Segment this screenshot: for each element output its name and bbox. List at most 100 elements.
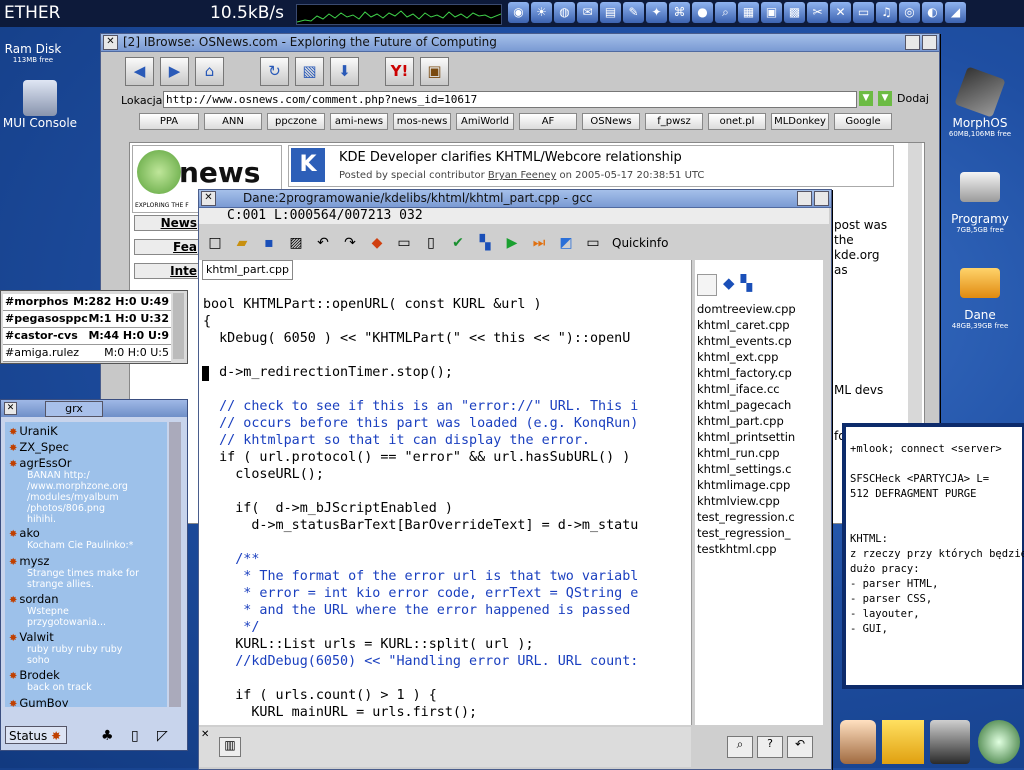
depth-icon[interactable] bbox=[922, 35, 937, 50]
channel-item[interactable]: #castor-cvs M:44 H:0 U:9 bbox=[3, 328, 171, 345]
file-item[interactable]: khtml_events.cp bbox=[697, 334, 792, 348]
nav-interviews-link[interactable]: Inte bbox=[134, 263, 200, 279]
add-button[interactable]: Dodaj bbox=[897, 92, 929, 105]
user-nick[interactable]: ✸ ako bbox=[9, 526, 40, 540]
file-item[interactable]: khtml_printsettin bbox=[697, 430, 795, 444]
paint-icon[interactable]: ✎ bbox=[623, 2, 644, 23]
calendar-icon[interactable]: ▣ bbox=[761, 2, 782, 23]
bullet-icon[interactable]: ● bbox=[692, 2, 713, 23]
file-item[interactable]: test_regression.c bbox=[697, 510, 795, 524]
close-icon[interactable]: ✕ bbox=[103, 35, 118, 50]
skip-icon[interactable]: ⏭ bbox=[527, 231, 551, 255]
user-nick[interactable]: ✸ sordan bbox=[9, 592, 59, 606]
check-icon[interactable]: ✔ bbox=[446, 231, 470, 255]
zoom-icon[interactable] bbox=[905, 35, 920, 50]
magnifier-icon[interactable]: ⌕ bbox=[715, 2, 736, 23]
bookmark-button[interactable]: ami-news bbox=[330, 113, 388, 130]
redo-icon[interactable]: ↷ bbox=[338, 231, 362, 255]
files-tab-icon[interactable] bbox=[697, 274, 717, 296]
editor-titlebar[interactable]: ✕ Dane:2programowanie/kdelibs/khtml/khtm… bbox=[199, 190, 831, 208]
grx-titlebar[interactable]: ✕ grx bbox=[1, 400, 187, 417]
back-icon[interactable]: ↶ bbox=[787, 736, 813, 758]
user-nick[interactable]: ✸ UraniK bbox=[9, 424, 58, 438]
quickinfo-button[interactable]: Quickinfo bbox=[608, 236, 668, 250]
bookmark-button[interactable]: OSNews bbox=[582, 113, 640, 130]
bookmark-dropdown-icon[interactable]: ▼ bbox=[878, 91, 892, 106]
wand-icon[interactable]: ✦ bbox=[646, 2, 667, 23]
file-item[interactable]: khtml_iface.cc bbox=[697, 382, 780, 396]
channel-item[interactable]: #amiga.rulez M:0 H:0 U:5 bbox=[3, 345, 171, 362]
bookmark-button[interactable]: ANN bbox=[204, 113, 262, 130]
file-item[interactable]: khtmlview.cpp bbox=[697, 494, 780, 508]
search-icon[interactable]: ⌕ bbox=[727, 736, 753, 758]
net-icon[interactable]: ⌘ bbox=[669, 2, 690, 23]
file-item[interactable]: khtml_pagecach bbox=[697, 398, 791, 412]
file-item[interactable]: khtml_settings.c bbox=[697, 462, 791, 476]
ram-disk-icon[interactable]: Ram Disk 113MB free bbox=[2, 30, 64, 64]
sun-icon[interactable]: ☀ bbox=[531, 2, 552, 23]
bookmark-button[interactable]: mos-news bbox=[393, 113, 451, 130]
undo-icon[interactable]: ↶ bbox=[311, 231, 335, 255]
mui-console-icon[interactable]: MUI Console bbox=[0, 80, 80, 130]
images-button[interactable]: ▧ bbox=[295, 57, 324, 86]
close-icon[interactable]: ✕ bbox=[201, 191, 216, 206]
bookmark-button[interactable]: PPA bbox=[139, 113, 199, 130]
package-icon[interactable] bbox=[882, 720, 924, 764]
tree-tab-icon[interactable]: ▚ bbox=[741, 274, 753, 296]
find-help-icon[interactable]: ? bbox=[757, 736, 783, 758]
run-icon[interactable]: ▶ bbox=[500, 231, 524, 255]
bookmark-button[interactable]: ppczone bbox=[267, 113, 325, 130]
notes-panel[interactable]: +mlook; connect <server> SFSCHeck <PARTY… bbox=[842, 423, 1024, 689]
file-item[interactable]: khtml_factory.cp bbox=[697, 366, 792, 380]
reader-icon[interactable] bbox=[930, 720, 970, 764]
file-item[interactable]: khtml_caret.cpp bbox=[697, 318, 790, 332]
bookmark-button[interactable]: f_pwsz bbox=[645, 113, 703, 130]
world-icon[interactable]: ◉ bbox=[508, 2, 529, 23]
ibrowse-titlebar[interactable]: ✕ [2] IBrowse: OSNews.com - Exploring th… bbox=[101, 34, 939, 52]
bell-icon[interactable]: ♫ bbox=[876, 2, 897, 23]
tree-icon[interactable]: ▚ bbox=[473, 231, 497, 255]
help-icon[interactable]: ▭ bbox=[581, 231, 605, 255]
morphos-drive-icon[interactable]: MorphOS 60MB,106MB free bbox=[938, 66, 1022, 138]
display-icon[interactable]: ▭ bbox=[853, 2, 874, 23]
file-item[interactable]: khtml_run.cpp bbox=[697, 446, 780, 460]
close-panel-icon[interactable]: ✕ bbox=[201, 729, 209, 740]
download-button[interactable]: ⬇ bbox=[330, 57, 359, 86]
note-icon[interactable]: ▤ bbox=[600, 2, 621, 23]
network-icon[interactable] bbox=[978, 720, 1020, 764]
save-icon[interactable]: ▪ bbox=[257, 231, 281, 255]
reload-button[interactable]: ↻ bbox=[260, 57, 289, 86]
new-file-icon[interactable]: □ bbox=[203, 231, 227, 255]
close-icon[interactable]: ✕ bbox=[4, 402, 17, 415]
print-icon[interactable]: ▨ bbox=[284, 231, 308, 255]
trash-icon[interactable]: ▥ bbox=[219, 737, 241, 757]
flag-icon[interactable]: ◢ bbox=[945, 2, 966, 23]
disc-icon[interactable]: ◎ bbox=[899, 2, 920, 23]
channel-item[interactable]: #pegasosppc M:1 H:0 U:32 bbox=[3, 311, 171, 328]
file-item[interactable]: test_regression_ bbox=[697, 526, 791, 540]
programy-drive-icon[interactable]: Programy 7GB,5GB free bbox=[938, 172, 1022, 234]
finder-icon[interactable] bbox=[840, 720, 876, 764]
user-nick[interactable]: ✸ Valwit bbox=[9, 630, 54, 644]
status-button[interactable]: Status ✸ bbox=[5, 726, 67, 744]
trash-icon[interactable]: ▯ bbox=[131, 728, 139, 744]
bookmark-button[interactable]: Google bbox=[834, 113, 892, 130]
channel-item[interactable]: #morphos M:282 H:0 U:49 bbox=[3, 294, 171, 311]
file-item[interactable]: khtml_part.cpp bbox=[697, 414, 784, 428]
depth-icon[interactable] bbox=[814, 191, 829, 206]
doc-icon[interactable]: ▦ bbox=[738, 2, 759, 23]
bookmark-button[interactable]: AF bbox=[519, 113, 577, 130]
file-tab[interactable]: khtml_part.cpp bbox=[202, 260, 293, 280]
history-dropdown-icon[interactable]: ▼ bbox=[859, 91, 873, 106]
new-doc-icon[interactable]: ▯ bbox=[419, 231, 443, 255]
user-nick[interactable]: ✸ GumBoy bbox=[9, 696, 69, 707]
open-folder-icon[interactable]: ▰ bbox=[230, 231, 254, 255]
stop-button[interactable]: ▣ bbox=[420, 57, 449, 86]
file-item[interactable]: domtreeview.cpp bbox=[697, 302, 796, 316]
bookmark-button[interactable]: AmiWorld bbox=[456, 113, 514, 130]
user-nick[interactable]: ✸ Brodek bbox=[9, 668, 60, 682]
file-item[interactable]: khtmlimage.cpp bbox=[697, 478, 790, 492]
nav-features-link[interactable]: Fea bbox=[134, 239, 200, 255]
channel-scrollbar[interactable] bbox=[173, 293, 184, 359]
url-input[interactable]: http://www.osnews.com/comment.php?news_i… bbox=[163, 91, 857, 108]
